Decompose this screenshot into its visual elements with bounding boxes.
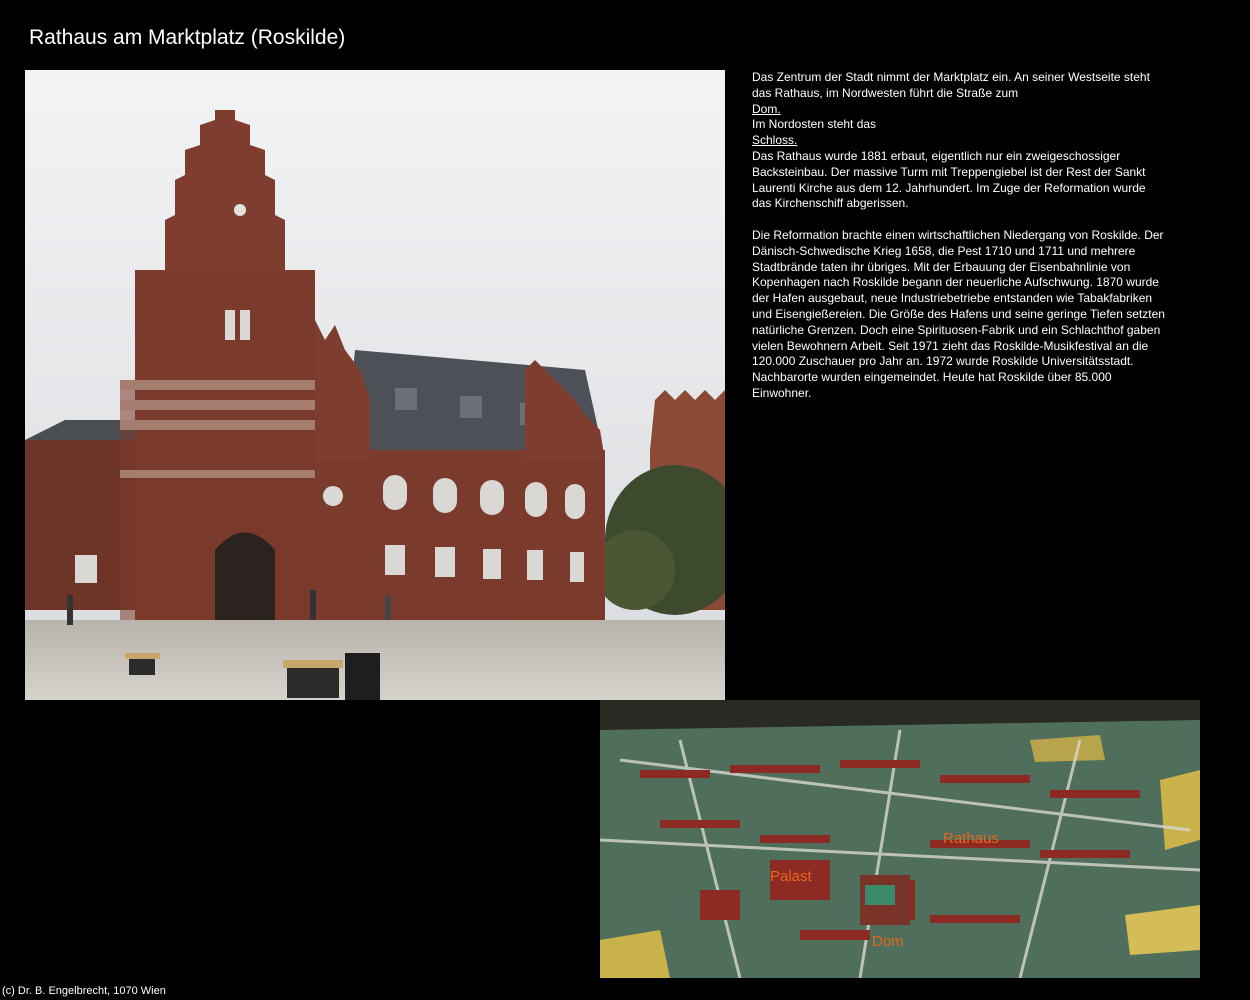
link-schloss[interactable]: Schloss. [752,133,1167,149]
map-label-rathaus: Rathaus [943,830,999,847]
map-label-dom: Dom [872,933,904,950]
building-photo-icon [25,70,725,700]
link-dom[interactable]: Dom. [752,102,1167,118]
main-photo [25,70,725,700]
paragraph-rathaus: Das Rathaus wurde 1881 erbaut, eigentlic… [752,148,1146,211]
city-model-photo: Rathaus Palast Dom [600,700,1200,978]
map-label-palast: Palast [770,868,812,885]
intro-text: Das Zentrum der Stadt nimmt der Marktpla… [752,70,1150,100]
article: Das Zentrum der Stadt nimmt der Marktpla… [752,70,1167,402]
nordosten-text: Im Nordosten steht das [752,117,877,132]
page-title: Rathaus am Marktplatz (Roskilde) [29,26,346,49]
footer-copyright: (c) Dr. B. Engelbrecht, 1070 Wien [2,985,166,997]
paragraph-history: Die Reformation brachte einen wirtschaft… [752,227,1165,400]
